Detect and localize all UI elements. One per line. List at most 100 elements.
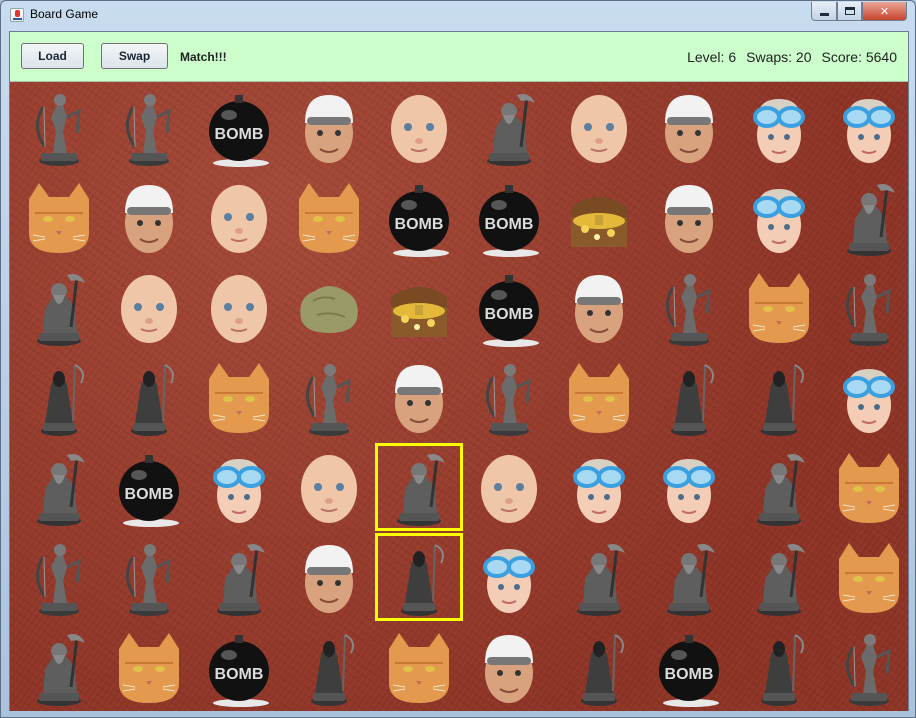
swimmer-man-face-icon bbox=[293, 87, 365, 167]
board-cell[interactable] bbox=[194, 442, 284, 532]
board-cell[interactable] bbox=[14, 262, 104, 352]
board-cell[interactable] bbox=[734, 442, 824, 532]
board-cell[interactable] bbox=[374, 442, 464, 532]
dwarf-miniature-icon bbox=[203, 537, 275, 617]
board-cell[interactable] bbox=[554, 262, 644, 352]
archer-miniature-icon bbox=[833, 267, 905, 347]
close-button[interactable]: ✕ bbox=[862, 2, 907, 21]
board-cell[interactable] bbox=[104, 532, 194, 622]
board-cell[interactable]: BOMB bbox=[194, 622, 284, 711]
board-cell[interactable]: BOMB bbox=[104, 442, 194, 532]
board-cell[interactable] bbox=[554, 622, 644, 711]
board-cell[interactable] bbox=[284, 442, 374, 532]
dwarf-miniature-icon bbox=[743, 447, 815, 527]
dwarf-miniature-icon bbox=[383, 447, 455, 527]
maximize-icon bbox=[844, 7, 855, 15]
board-cell[interactable] bbox=[464, 352, 554, 442]
board-cell[interactable] bbox=[14, 532, 104, 622]
board-cell[interactable] bbox=[464, 82, 554, 172]
baby-face-icon bbox=[293, 447, 365, 527]
board-cell[interactable] bbox=[824, 622, 908, 711]
board-cell[interactable] bbox=[734, 262, 824, 352]
board-cell[interactable] bbox=[104, 622, 194, 711]
board-cell[interactable] bbox=[374, 262, 464, 352]
board-cell[interactable] bbox=[374, 352, 464, 442]
board-cell[interactable] bbox=[284, 622, 374, 711]
board-cell[interactable] bbox=[14, 442, 104, 532]
board-cell[interactable] bbox=[284, 262, 374, 352]
board-cell[interactable] bbox=[194, 532, 284, 622]
dwarf-miniature-icon bbox=[23, 447, 95, 527]
board-cell[interactable] bbox=[644, 172, 734, 262]
cat-face-icon bbox=[833, 447, 905, 527]
board-cell[interactable] bbox=[824, 442, 908, 532]
board-cell[interactable] bbox=[464, 622, 554, 711]
board-cell[interactable] bbox=[734, 82, 824, 172]
cat-face-icon bbox=[113, 627, 185, 707]
archer-miniature-icon bbox=[113, 537, 185, 617]
board-cell[interactable] bbox=[554, 532, 644, 622]
board-cell[interactable] bbox=[104, 262, 194, 352]
toolbar: Load Swap Match!!! Level: 6 Swaps: 20 Sc… bbox=[10, 32, 908, 82]
baby-face-icon bbox=[203, 267, 275, 347]
board-cell[interactable] bbox=[464, 442, 554, 532]
board-cell[interactable] bbox=[734, 172, 824, 262]
board-cell[interactable] bbox=[464, 532, 554, 622]
board-cell[interactable] bbox=[824, 82, 908, 172]
cat-face-icon bbox=[203, 357, 275, 437]
board-cell[interactable] bbox=[554, 442, 644, 532]
board-cell[interactable] bbox=[644, 82, 734, 172]
cat-face-icon bbox=[743, 267, 815, 347]
board-cell[interactable] bbox=[824, 262, 908, 352]
board-cell[interactable] bbox=[284, 532, 374, 622]
board-cell[interactable] bbox=[194, 352, 284, 442]
board-cell[interactable] bbox=[554, 172, 644, 262]
board-cell[interactable] bbox=[824, 532, 908, 622]
board-cell[interactable] bbox=[374, 82, 464, 172]
board-cell[interactable] bbox=[14, 352, 104, 442]
board-cell[interactable] bbox=[734, 532, 824, 622]
goggles-kid-face-icon bbox=[743, 177, 815, 257]
goggles-kid-face-icon bbox=[833, 357, 905, 437]
board-cell[interactable] bbox=[644, 352, 734, 442]
board-cell[interactable] bbox=[374, 622, 464, 711]
board-cell[interactable] bbox=[374, 532, 464, 622]
title-bar[interactable]: Board Game ✕ bbox=[1, 1, 915, 29]
board-cell[interactable]: BOMB bbox=[194, 82, 284, 172]
board-cell[interactable] bbox=[284, 352, 374, 442]
board-cell[interactable] bbox=[734, 352, 824, 442]
swap-button[interactable]: Swap bbox=[101, 43, 168, 69]
board-cell[interactable] bbox=[14, 622, 104, 711]
board-cell[interactable] bbox=[284, 82, 374, 172]
swimmer-man-face-icon bbox=[563, 267, 635, 347]
goggles-kid-face-icon bbox=[833, 87, 905, 167]
maximize-button[interactable] bbox=[837, 2, 862, 21]
swimmer-man-face-icon bbox=[293, 537, 365, 617]
board-cell[interactable]: BOMB bbox=[374, 172, 464, 262]
board-cell[interactable] bbox=[284, 172, 374, 262]
board-cell[interactable] bbox=[644, 442, 734, 532]
board-cell[interactable] bbox=[644, 262, 734, 352]
board-cell[interactable] bbox=[194, 262, 284, 352]
board-cell[interactable]: BOMB bbox=[464, 172, 554, 262]
archer-miniature-icon bbox=[833, 627, 905, 707]
board-cell[interactable] bbox=[554, 352, 644, 442]
swimmer-man-face-icon bbox=[113, 177, 185, 257]
reaper-miniature-icon bbox=[23, 357, 95, 437]
board-cell[interactable]: BOMB bbox=[464, 262, 554, 352]
load-button[interactable]: Load bbox=[21, 43, 84, 69]
board-cell[interactable]: BOMB bbox=[644, 622, 734, 711]
board-cell[interactable] bbox=[14, 82, 104, 172]
board-cell[interactable] bbox=[104, 172, 194, 262]
board-cell[interactable] bbox=[824, 352, 908, 442]
board-cell[interactable] bbox=[104, 82, 194, 172]
minimize-button[interactable] bbox=[811, 2, 837, 21]
board-cell[interactable] bbox=[734, 622, 824, 711]
board-cell[interactable] bbox=[104, 352, 194, 442]
board-cell[interactable] bbox=[14, 172, 104, 262]
board-cell[interactable] bbox=[644, 532, 734, 622]
svg-text:BOMB: BOMB bbox=[485, 306, 534, 323]
board-cell[interactable] bbox=[824, 172, 908, 262]
board-cell[interactable] bbox=[194, 172, 284, 262]
board-cell[interactable] bbox=[554, 82, 644, 172]
